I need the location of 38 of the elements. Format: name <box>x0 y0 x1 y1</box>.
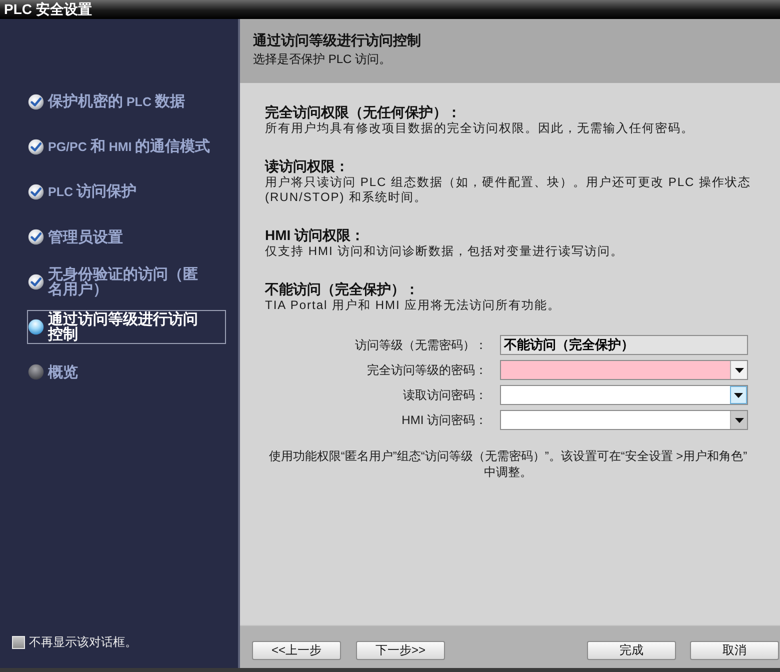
password-field[interactable] <box>500 360 748 380</box>
dont-show-checkbox[interactable] <box>12 636 25 648</box>
section-text: 用户将只读访问 PLC 组态数据（如，硬件配置、块）。用户还可更改 PLC 操作状态 (RUN/STOP) 和系统时间。 <box>265 175 752 205</box>
step-item[interactable]: 保护机密的 PLC 数据 <box>27 85 226 119</box>
password-field[interactable] <box>500 410 748 430</box>
caret-icon <box>734 392 743 398</box>
step-button[interactable]: <<上一步 <box>252 641 341 660</box>
field-label: HMI 访问密码： <box>400 412 487 429</box>
section-text: 仅支持 HMI 访问和访问诊断数据，包括对变量进行读写访问。 <box>265 244 625 259</box>
caret-icon <box>734 418 744 422</box>
access-level-field: 不能访问（完全保护） <box>500 335 748 355</box>
section-heading: 读访问权限： <box>265 158 350 175</box>
section-text: TIA Portal 用户和 HMI 应用将无法访问所有功能。 <box>265 298 562 313</box>
dropdown-button[interactable] <box>730 386 747 404</box>
field-label: 完全访问等级的密码： <box>366 362 487 379</box>
page-title: 通过访问等级进行访问控制 <box>253 32 422 49</box>
dropdown-button[interactable] <box>730 361 747 379</box>
step-item[interactable]: 概览 <box>27 355 226 389</box>
field-label: 访问等级（无需密码）： <box>354 337 487 354</box>
step-button[interactable]: 下一步>> <box>356 641 445 660</box>
section-text: 所有用户均具有修改项目数据的完全访问权限。因此，无需输入任何密码。 <box>265 121 695 136</box>
step-item[interactable]: PLC 访问保护 <box>27 175 226 209</box>
caret-icon <box>734 368 744 372</box>
dialog-button[interactable]: 取消 <box>690 641 779 660</box>
password-field[interactable] <box>500 385 748 405</box>
section-heading: 不能访问（完全保护）： <box>265 281 420 298</box>
section-heading: HMI 访问权限： <box>265 227 366 244</box>
page-subtitle: 选择是否保护 PLC 访问。 <box>253 52 392 67</box>
step-item[interactable]: PG/PC 和 HMI 的通信模式 <box>27 130 226 164</box>
step-item[interactable]: 无身份验证的访问（匿名用户） <box>27 265 226 299</box>
step-item[interactable]: 管理员设置 <box>27 220 226 254</box>
field-label: 读取访问密码： <box>402 387 487 404</box>
checkbox-label: 不再显示该对话框。 <box>29 635 137 649</box>
step-item[interactable]: 通过访问等级进行访问控制 <box>27 310 226 344</box>
dialog-button[interactable]: 完成 <box>587 641 676 660</box>
section-heading: 完全访问权限（无任何保护）： <box>265 104 462 121</box>
window-title: PLC 安全设置 <box>4 1 92 18</box>
info-note: 使用功能权限“匿名用户”组态“访问等级（无需密码）”。该设置可在“安全设置 >用户和角色”中调整。 <box>268 448 748 480</box>
